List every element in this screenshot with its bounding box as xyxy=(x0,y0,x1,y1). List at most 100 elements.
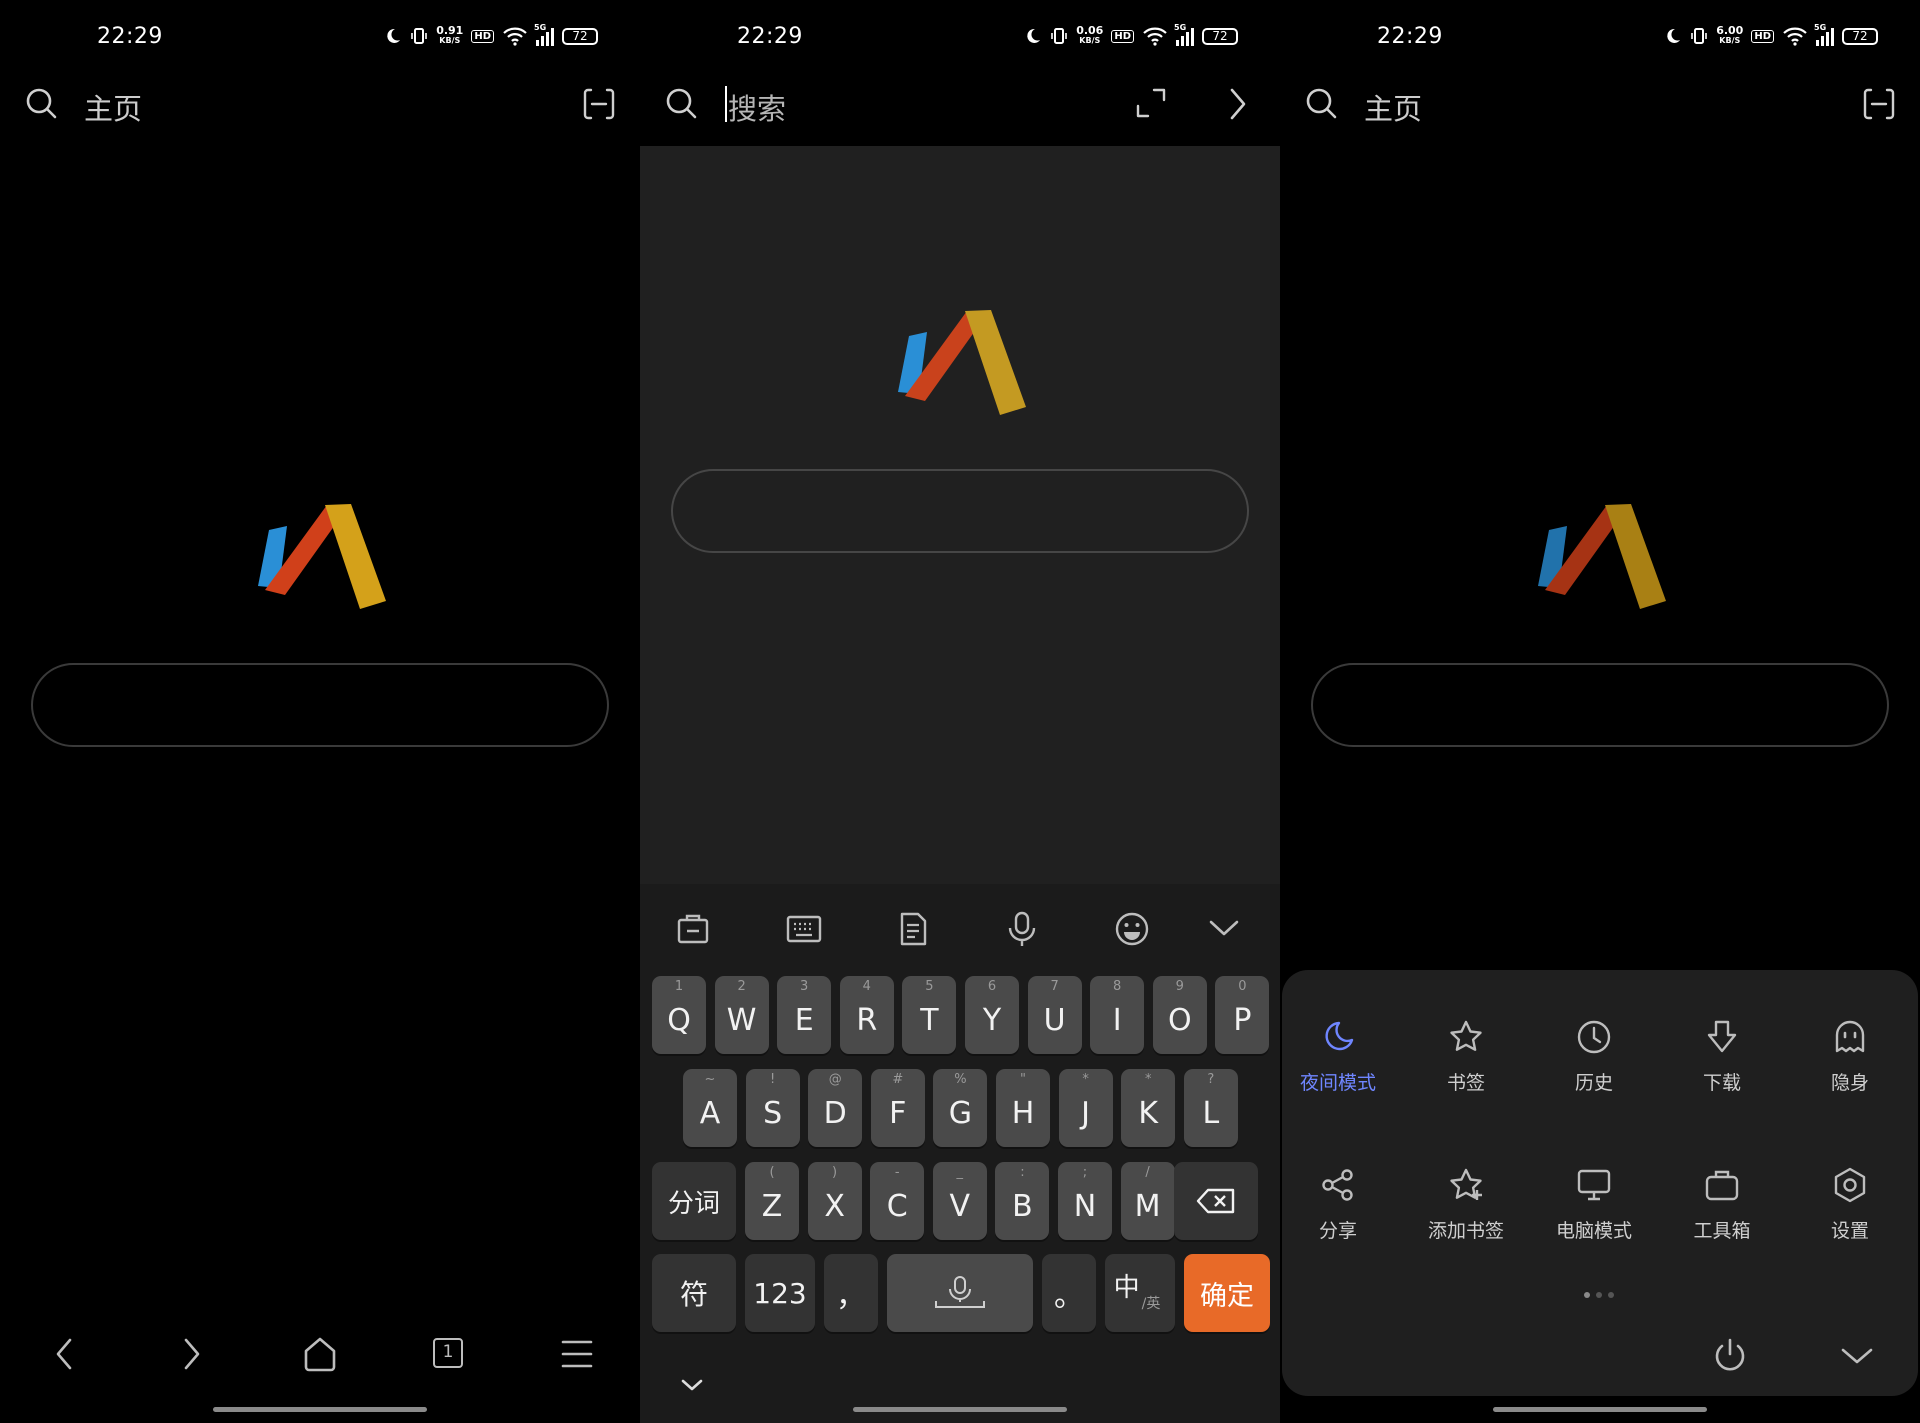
menu-item-add-bookmark[interactable]: 添加书签 xyxy=(1411,1166,1521,1243)
search-icon[interactable] xyxy=(664,86,698,120)
key-hint: 2 xyxy=(737,979,746,994)
key-n[interactable]: ; N xyxy=(1058,1162,1112,1240)
hide-keyboard-icon[interactable] xyxy=(680,1376,704,1394)
key-u[interactable]: 7U xyxy=(1027,976,1082,1054)
key-q[interactable]: 1Q xyxy=(652,976,706,1054)
tabs-icon[interactable]: 1 xyxy=(433,1338,463,1368)
home-indicator[interactable] xyxy=(1493,1407,1707,1412)
go-forward-icon[interactable] xyxy=(1222,86,1252,122)
period-key[interactable]: 。 xyxy=(1042,1254,1096,1332)
key-label: R xyxy=(856,1002,878,1038)
key-label: U xyxy=(1043,1002,1066,1038)
key-y[interactable]: 6Y xyxy=(965,976,1019,1054)
forward-icon[interactable] xyxy=(176,1336,206,1372)
soft-keyboard: 1 Q 2 W 3 E 4 R 5 T 6 Y 7 U 8 I 9 O 0 P ~ A! S @ D # F% G " H * J * K? L (Z… xyxy=(640,884,1280,1423)
search-box[interactable] xyxy=(31,663,609,747)
clock-icon xyxy=(1577,1020,1611,1054)
browser-logo xyxy=(898,310,1026,415)
comma-key[interactable]: ， xyxy=(824,1254,878,1332)
search-icon[interactable] xyxy=(24,86,58,120)
key-m[interactable]: / M xyxy=(1120,1162,1175,1240)
hd-badge: HD xyxy=(471,29,494,43)
segment-key[interactable]: 分词 xyxy=(652,1162,736,1240)
menu-item-star[interactable]: 书签 xyxy=(1411,1018,1521,1095)
space-key[interactable] xyxy=(887,1254,1033,1332)
menu-item-ghost[interactable]: 隐身 xyxy=(1795,1018,1905,1095)
page-content xyxy=(640,146,1280,884)
key-label: Q xyxy=(667,1002,691,1038)
key-hint: ! xyxy=(769,1072,776,1087)
search-box[interactable] xyxy=(671,469,1249,553)
menu-item-clock[interactable]: 历史 xyxy=(1539,1018,1649,1095)
search-input[interactable]: 搜索 xyxy=(728,86,786,128)
key-d[interactable]: @ D xyxy=(808,1069,863,1147)
add-bookmark-icon xyxy=(1450,1168,1482,1200)
symbol-key[interactable]: 符 xyxy=(652,1254,736,1332)
search-box[interactable] xyxy=(1311,663,1889,747)
search-icon[interactable] xyxy=(1304,86,1338,120)
home-icon[interactable] xyxy=(302,1335,338,1373)
key-label: N xyxy=(1073,1188,1097,1224)
menu-item-label: 夜间模式 xyxy=(1299,1072,1376,1094)
menu-item-toolbox[interactable]: 工具箱 xyxy=(1667,1166,1777,1243)
key-hint: ; xyxy=(1082,1165,1088,1180)
power-icon[interactable] xyxy=(1712,1336,1748,1374)
language-switch-key[interactable]: 中 /英 xyxy=(1105,1254,1175,1332)
key-t[interactable]: 5T xyxy=(902,976,957,1054)
key-label: V xyxy=(949,1188,971,1224)
key-label: P xyxy=(1233,1002,1252,1038)
key-p[interactable]: 0P xyxy=(1215,976,1270,1054)
scan-icon[interactable] xyxy=(1862,87,1896,121)
mic-icon[interactable] xyxy=(1006,910,1038,948)
backspace-key[interactable] xyxy=(1174,1162,1258,1240)
key-g[interactable]: % G xyxy=(933,1069,988,1147)
key-f[interactable]: # F xyxy=(870,1069,925,1147)
key-hint: " xyxy=(1020,1072,1026,1087)
key-a[interactable]: ~ A xyxy=(683,1069,737,1147)
key-e[interactable]: 3E xyxy=(777,976,832,1054)
confirm-key[interactable]: 确定 xyxy=(1184,1254,1270,1332)
key-o[interactable]: 9O xyxy=(1152,976,1207,1054)
key-j[interactable]: * J xyxy=(1058,1069,1113,1147)
key-l[interactable]: ? L xyxy=(1183,1069,1238,1147)
key-v[interactable]: _ V xyxy=(932,1162,987,1240)
menu-item-label: 工具箱 xyxy=(1693,1220,1751,1242)
status-time: 22:29 xyxy=(737,24,803,49)
key-hint: # xyxy=(892,1072,904,1087)
notes-icon[interactable] xyxy=(898,911,928,947)
key-x[interactable]: ) X xyxy=(807,1162,862,1240)
menu-item-label: 隐身 xyxy=(1830,1072,1869,1094)
key-i[interactable]: 8I xyxy=(1090,976,1145,1054)
keyboard-icon[interactable] xyxy=(786,914,822,944)
key-w[interactable]: 2W xyxy=(714,976,769,1054)
menu-item-desktop[interactable]: 电脑模式 xyxy=(1539,1166,1649,1243)
page-title[interactable]: 主页 xyxy=(1364,86,1422,128)
page-title[interactable]: 主页 xyxy=(84,86,142,128)
key-k[interactable]: * K xyxy=(1121,1069,1176,1147)
key-r[interactable]: 4R xyxy=(839,976,894,1054)
emoji-icon[interactable] xyxy=(1114,911,1150,947)
key-z[interactable]: (Z xyxy=(745,1162,799,1240)
back-icon[interactable] xyxy=(50,1336,80,1372)
number-key[interactable]: 123 xyxy=(745,1254,815,1332)
collapse-keyboard-icon[interactable] xyxy=(1208,916,1240,940)
key-hint: : xyxy=(1020,1165,1025,1180)
home-indicator[interactable] xyxy=(853,1407,1067,1412)
menu-item-download[interactable]: 下载 xyxy=(1667,1018,1777,1095)
key-b[interactable]: :B xyxy=(995,1162,1050,1240)
key-s[interactable]: ! S xyxy=(745,1069,800,1147)
scan-icon[interactable] xyxy=(582,87,616,121)
key-label: A xyxy=(699,1095,721,1131)
star-icon xyxy=(1450,1020,1482,1051)
close-menu-icon[interactable] xyxy=(1840,1344,1874,1368)
menu-item-moon[interactable]: 夜间模式 xyxy=(1283,1018,1393,1095)
key-c[interactable]: -C xyxy=(870,1162,925,1240)
home-indicator[interactable] xyxy=(213,1407,427,1412)
menu-icon[interactable] xyxy=(560,1338,594,1370)
menu-item-settings[interactable]: 设置 xyxy=(1795,1166,1905,1243)
key-h[interactable]: " H xyxy=(996,1069,1050,1147)
text-cursor xyxy=(725,86,727,122)
expand-icon[interactable] xyxy=(1134,86,1168,120)
menu-item-share[interactable]: 分享 xyxy=(1283,1166,1393,1243)
clipboard-icon[interactable] xyxy=(676,912,710,946)
